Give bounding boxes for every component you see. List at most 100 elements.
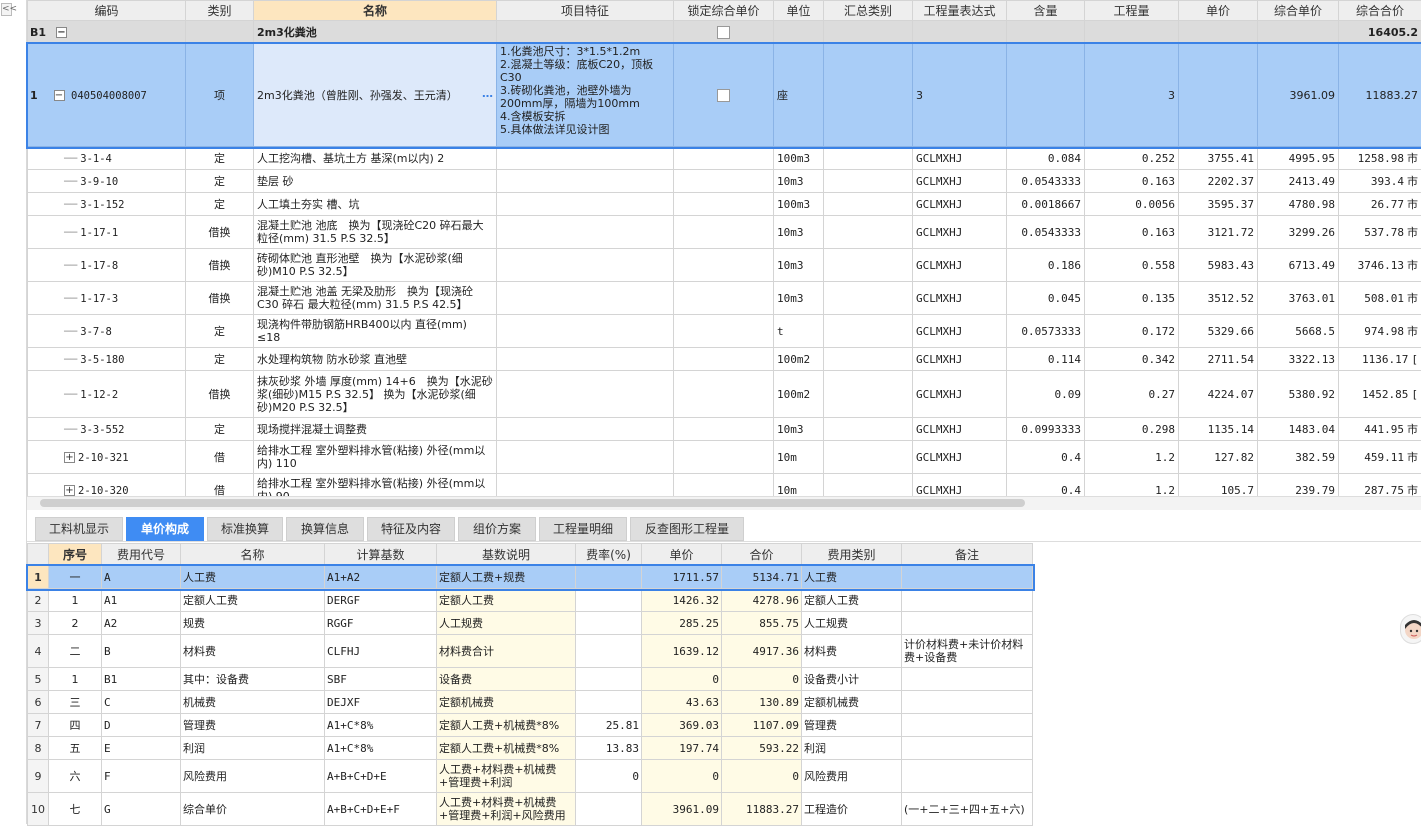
sub-item-features[interactable] bbox=[497, 418, 674, 441]
composition-row[interactable]: 4二B材料费CLFHJ材料费合计1639.124917.36材料费计价材料费+未… bbox=[28, 635, 1033, 668]
fee-name[interactable]: 材料费 bbox=[181, 635, 325, 668]
tab-quantity-detail[interactable]: 工程量明细 bbox=[539, 517, 627, 541]
tab-labor-material[interactable]: 工料机显示 bbox=[35, 517, 123, 541]
fee-remarks[interactable] bbox=[902, 612, 1033, 635]
sub-item-expression[interactable]: GCLMXHJ bbox=[913, 348, 1007, 371]
sub-item-name[interactable]: 抹灰砂浆 外墙 厚度(mm) 14+6 换为【水泥砂浆(细砂)M15 P.S 3… bbox=[254, 371, 497, 418]
sub-item-expression[interactable]: GCLMXHJ bbox=[913, 216, 1007, 249]
col-features[interactable]: 项目特征 bbox=[497, 1, 674, 21]
fee-rate[interactable]: 13.83 bbox=[576, 737, 642, 760]
sub-item-row[interactable]: ──3-1-4定人工挖沟槽、基坑土方 基深(m以内) 2100m3GCLMXHJ… bbox=[28, 147, 1421, 170]
fee-remarks[interactable] bbox=[902, 737, 1033, 760]
fee-base[interactable]: DERGF bbox=[325, 589, 437, 612]
fee-seq[interactable]: 1 bbox=[49, 668, 102, 691]
fee-code[interactable]: D bbox=[102, 714, 181, 737]
sub-item-code-cell[interactable]: ──1-17-3 bbox=[28, 282, 186, 315]
composition-row[interactable]: 1一A人工费A1+A2定额人工费+规费1711.575134.71人工费 bbox=[28, 566, 1033, 589]
sub-item-features[interactable] bbox=[497, 249, 674, 282]
sub-item-content[interactable]: 0.114 bbox=[1007, 348, 1085, 371]
fee-base[interactable]: A1+C*8% bbox=[325, 737, 437, 760]
fee-rate[interactable] bbox=[576, 589, 642, 612]
fee-remarks[interactable]: 计价材料费+未计价材料费+设备费 bbox=[902, 635, 1033, 668]
sub-item-content[interactable]: 0.084 bbox=[1007, 147, 1085, 170]
fee-code[interactable]: B bbox=[102, 635, 181, 668]
sub-item-features[interactable] bbox=[497, 147, 674, 170]
fee-category[interactable]: 利润 bbox=[802, 737, 902, 760]
sub-item-name[interactable]: 现浇构件带肋钢筋HRB400以内 直径(mm) ≤18 bbox=[254, 315, 497, 348]
fee-remarks[interactable] bbox=[902, 668, 1033, 691]
fee-seq[interactable]: 1 bbox=[49, 589, 102, 612]
sub-item-features[interactable] bbox=[497, 282, 674, 315]
sub-item-name[interactable]: 混凝土贮池 池盖 无梁及肋形 换为【现浇砼C30 碎石 最大粒径(mm) 31.… bbox=[254, 282, 497, 315]
sub-item-code-cell[interactable]: +2-10-321 bbox=[28, 441, 186, 474]
scrollbar-thumb[interactable] bbox=[40, 499, 1025, 507]
fee-rate[interactable]: 0 bbox=[576, 760, 642, 793]
assistant-avatar-icon[interactable] bbox=[1400, 614, 1421, 644]
col-base-desc[interactable]: 基数说明 bbox=[437, 544, 576, 566]
fee-name[interactable]: 风险费用 bbox=[181, 760, 325, 793]
col-fee-code[interactable]: 费用代号 bbox=[102, 544, 181, 566]
sub-item-content[interactable]: 0.0573333 bbox=[1007, 315, 1085, 348]
composition-row[interactable]: 8五E利润A1+C*8%定额人工费+机械费*8%13.83197.74593.2… bbox=[28, 737, 1033, 760]
sub-item-code-cell[interactable]: ──1-12-2 bbox=[28, 371, 186, 418]
composition-row[interactable]: 6三C机械费DEJXF定额机械费43.63130.89定额机械费 bbox=[28, 691, 1033, 714]
lock-checkbox[interactable] bbox=[717, 89, 730, 102]
fee-code[interactable]: E bbox=[102, 737, 181, 760]
item-name-cell[interactable]: 2m3化粪池（曾胜刚、孙强发、王元清） … bbox=[254, 44, 497, 147]
sub-item-code-cell[interactable]: ──3-7-8 bbox=[28, 315, 186, 348]
sub-item-row[interactable]: ──3-5-180定水处理构筑物 防水砂浆 直池壁100m2GCLMXHJ0.1… bbox=[28, 348, 1421, 371]
fee-remarks[interactable] bbox=[902, 760, 1033, 793]
sub-item-expression[interactable]: GCLMXHJ bbox=[913, 418, 1007, 441]
sub-item-name[interactable]: 现场搅拌混凝土调整费 bbox=[254, 418, 497, 441]
fee-base[interactable]: DEJXF bbox=[325, 691, 437, 714]
sub-item-code-cell[interactable]: ──1-17-1 bbox=[28, 216, 186, 249]
sub-item-expression[interactable]: GCLMXHJ bbox=[913, 170, 1007, 193]
fee-name[interactable]: 机械费 bbox=[181, 691, 325, 714]
fee-rate[interactable] bbox=[576, 635, 642, 668]
item-expression[interactable]: 3 bbox=[913, 44, 1007, 147]
col-rate[interactable]: 费率(%) bbox=[576, 544, 642, 566]
fee-remarks[interactable] bbox=[902, 714, 1033, 737]
fee-category[interactable]: 材料费 bbox=[802, 635, 902, 668]
sub-item-features[interactable] bbox=[497, 348, 674, 371]
fee-category[interactable]: 定额机械费 bbox=[802, 691, 902, 714]
fee-category[interactable]: 人工费 bbox=[802, 566, 902, 589]
sub-item-row[interactable]: ──1-17-1借换混凝土贮池 池底 换为【现浇砼C20 碎石最大粒径(mm) … bbox=[28, 216, 1421, 249]
expand-icon[interactable]: + bbox=[64, 452, 75, 463]
sub-item-features[interactable] bbox=[497, 193, 674, 216]
col-expression[interactable]: 工程量表达式 bbox=[913, 1, 1007, 21]
composition-row[interactable]: 21A1定额人工费DERGF定额人工费1426.324278.96定额人工费 bbox=[28, 589, 1033, 612]
composition-row[interactable]: 51B1其中：设备费SBF设备费00设备费小计 bbox=[28, 668, 1033, 691]
sub-item-code-cell[interactable]: ──3-3-552 bbox=[28, 418, 186, 441]
sub-item-row[interactable]: ──1-12-2借换抹灰砂浆 外墙 厚度(mm) 14+6 换为【水泥砂浆(细砂… bbox=[28, 371, 1421, 418]
fee-seq[interactable]: 2 bbox=[49, 612, 102, 635]
fee-base[interactable]: CLFHJ bbox=[325, 635, 437, 668]
sub-item-row[interactable]: ──1-17-8借换砖砌体贮池 直形池壁 换为【水泥砂浆(细砂)M10 P.S … bbox=[28, 249, 1421, 282]
col-unit-price[interactable]: 单价 bbox=[1179, 1, 1258, 21]
fee-rate[interactable]: 25.81 bbox=[576, 714, 642, 737]
col-seq[interactable]: 序号 bbox=[49, 544, 102, 566]
tab-pricing-scheme[interactable]: 组价方案 bbox=[458, 517, 536, 541]
sub-item-name[interactable]: 垫层 砂 bbox=[254, 170, 497, 193]
fee-remarks[interactable] bbox=[902, 589, 1033, 612]
fee-category[interactable]: 人工规费 bbox=[802, 612, 902, 635]
tab-reverse-graphic-quantity[interactable]: 反查图形工程量 bbox=[630, 517, 744, 541]
sub-item-expression[interactable]: GCLMXHJ bbox=[913, 282, 1007, 315]
fee-rate[interactable] bbox=[576, 668, 642, 691]
col-lock-price[interactable]: 锁定综合单价 bbox=[674, 1, 774, 21]
col-composite-total[interactable]: 综合合价 bbox=[1339, 1, 1421, 21]
col-price[interactable]: 单价 bbox=[642, 544, 722, 566]
col-remarks[interactable]: 备注 bbox=[902, 544, 1033, 566]
fee-rate[interactable] bbox=[576, 793, 642, 826]
lock-checkbox[interactable] bbox=[717, 26, 730, 39]
fee-code[interactable]: F bbox=[102, 760, 181, 793]
col-composite-price[interactable]: 综合单价 bbox=[1258, 1, 1339, 21]
fee-name[interactable]: 管理费 bbox=[181, 714, 325, 737]
sub-item-features[interactable] bbox=[497, 441, 674, 474]
sub-item-content[interactable]: 0.0018667 bbox=[1007, 193, 1085, 216]
sub-item-row[interactable]: ──1-17-3借换混凝土贮池 池盖 无梁及肋形 换为【现浇砼C30 碎石 最大… bbox=[28, 282, 1421, 315]
sub-item-content[interactable]: 0.0543333 bbox=[1007, 216, 1085, 249]
sub-item-expression[interactable]: GCLMXHJ bbox=[913, 371, 1007, 418]
col-summary-type[interactable]: 汇总类别 bbox=[824, 1, 913, 21]
sub-item-content[interactable]: 0.0993333 bbox=[1007, 418, 1085, 441]
